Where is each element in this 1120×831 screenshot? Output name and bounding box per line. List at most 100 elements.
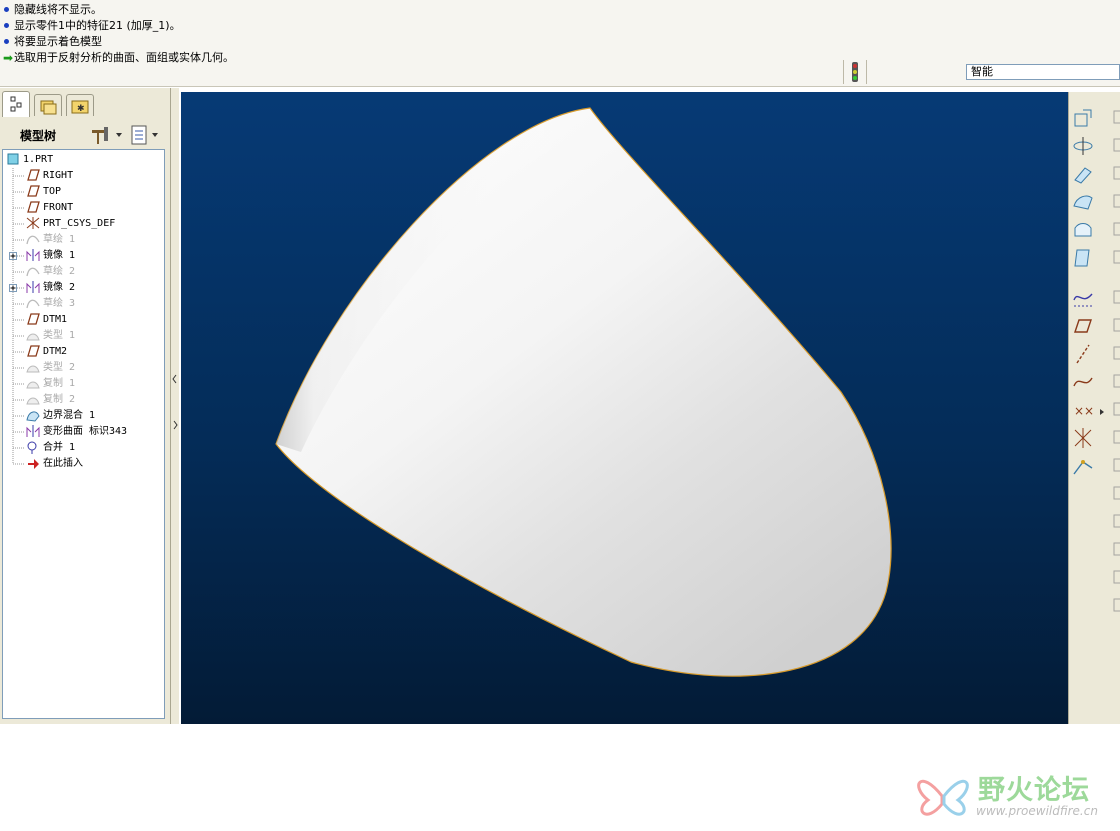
clipped-tool-icon xyxy=(1113,166,1120,180)
toolbar-button[interactable] xyxy=(1071,314,1095,338)
expand-toggle[interactable] xyxy=(9,284,17,292)
tree-item[interactable]: DTM1 xyxy=(25,312,67,328)
tree-item[interactable]: 复制 2 xyxy=(25,392,75,408)
clipped-toolbar-button[interactable] xyxy=(1111,482,1120,504)
tree-item-label: 类型 1 xyxy=(43,330,76,341)
tree-item[interactable]: 变形曲面 标识343 xyxy=(25,424,127,440)
clipped-toolbar-button[interactable] xyxy=(1111,106,1120,128)
tree-item-label: 在此插入 xyxy=(43,458,83,469)
tree-item[interactable]: 草绘 1 xyxy=(25,232,75,248)
sweep-icon xyxy=(1074,167,1092,184)
surface-icon xyxy=(26,397,40,405)
tree-item[interactable]: 边界混合 1 xyxy=(25,408,95,424)
selection-filter-dropdown[interactable]: 智能 xyxy=(966,64,1120,80)
tree-item[interactable]: 草绘 3 xyxy=(25,296,75,312)
tree-item-label: 草绘 3 xyxy=(43,298,76,309)
clipped-toolbar-button[interactable] xyxy=(1111,162,1120,184)
clipped-toolbar-button[interactable] xyxy=(1111,286,1120,308)
graphics-viewport[interactable] xyxy=(181,92,1068,724)
shaded-surface-model[interactable] xyxy=(181,92,1068,724)
message-area: 隐藏线将不显示。 显示零件1中的特征21 (加厚_1)。 将要显示着色模型 ➡选… xyxy=(0,0,1120,87)
tree-item[interactable]: 1.PRT xyxy=(5,152,53,168)
clipped-toolbar-button[interactable] xyxy=(1111,594,1120,616)
tree-item[interactable]: 类型 2 xyxy=(25,360,75,376)
datum-point-icon: ××× xyxy=(1074,404,1104,418)
flyout-arrow[interactable] xyxy=(1099,406,1105,415)
tree-item[interactable]: 在此插入 xyxy=(25,456,83,472)
toolbar-button[interactable] xyxy=(1071,370,1095,394)
tree-item[interactable]: 合并 1 xyxy=(25,440,75,456)
tree-item-label: RIGHT xyxy=(43,170,74,181)
tree-item[interactable]: 镜像 2 xyxy=(25,280,75,296)
tree-item[interactable]: 草绘 2 xyxy=(25,264,75,280)
tree-item[interactable]: FRONT xyxy=(25,200,73,216)
clipped-toolbar-button[interactable] xyxy=(1111,566,1120,588)
tree-item[interactable]: TOP xyxy=(25,184,61,200)
clipped-toolbar-button[interactable] xyxy=(1111,190,1120,212)
folder-browser-icon xyxy=(40,100,57,115)
analysis-icon xyxy=(1073,460,1093,475)
regeneration-status-icon[interactable] xyxy=(850,62,860,82)
tab-folder-browser[interactable] xyxy=(34,94,62,116)
datum-plane-icon xyxy=(27,185,40,197)
info-bullet-icon xyxy=(4,39,9,44)
tree-item[interactable]: 镜像 1 xyxy=(25,248,75,264)
info-bullet-icon xyxy=(4,7,9,12)
tree-item[interactable]: 复制 1 xyxy=(25,376,75,392)
separator xyxy=(843,60,844,84)
toolbar-button[interactable] xyxy=(1071,134,1095,158)
datum-plane-tool-icon xyxy=(1074,109,1092,127)
clipped-tool-icon xyxy=(1113,486,1120,500)
toolbar-button[interactable] xyxy=(1071,190,1095,214)
clipped-tool-icon xyxy=(1113,598,1120,612)
clipped-toolbar-button[interactable] xyxy=(1111,246,1120,268)
tree-item-label: DTM1 xyxy=(43,314,68,325)
clipped-toolbar-button[interactable] xyxy=(1111,538,1120,560)
expand-toggle[interactable] xyxy=(9,252,17,260)
clipped-toolbar-button[interactable] xyxy=(1111,510,1120,532)
model-tree-header: 模型树 xyxy=(0,120,170,148)
prompt-arrow-icon: ➡ xyxy=(2,51,14,65)
revolve-icon xyxy=(1073,137,1093,155)
tree-item[interactable]: PRT_CSYS_DEF xyxy=(25,216,115,232)
collapse-arrows-icon[interactable] xyxy=(171,373,179,433)
clipped-tool-icon xyxy=(1113,110,1120,124)
clipped-toolbar-button[interactable] xyxy=(1111,134,1120,156)
toolbar-button[interactable] xyxy=(1071,286,1095,310)
clipped-toolbar-button[interactable] xyxy=(1111,398,1120,420)
clipped-toolbar-button[interactable] xyxy=(1111,454,1120,476)
svg-text:×××: ××× xyxy=(1074,404,1095,418)
sketch-icon xyxy=(26,267,40,277)
tab-favorites[interactable]: ✱ xyxy=(66,94,94,116)
clipped-toolbar-button[interactable] xyxy=(1111,314,1120,336)
clipped-tool-icon xyxy=(1113,402,1120,416)
panel-splitter[interactable] xyxy=(171,88,179,724)
tree-item[interactable]: RIGHT xyxy=(25,168,73,184)
boundary-blend-tool-icon xyxy=(1073,195,1093,210)
toolbar-button[interactable] xyxy=(1071,106,1095,130)
fill-icon xyxy=(1074,223,1092,237)
toolbar-button[interactable] xyxy=(1071,246,1095,270)
datum-plane-icon xyxy=(27,313,40,325)
toolbar-button[interactable] xyxy=(1071,162,1095,186)
show-options-icon[interactable] xyxy=(130,124,164,146)
clipped-toolbar-button[interactable] xyxy=(1111,426,1120,448)
toolbar-button[interactable] xyxy=(1071,218,1095,242)
clipped-toolbar-button[interactable] xyxy=(1111,342,1120,364)
toolbar-button[interactable]: ××× xyxy=(1071,398,1104,422)
tab-model-tree[interactable] xyxy=(2,91,30,117)
model-tree: 1.PRT RIGHT TOP FRONT PRT_CSYS_DEF 草绘 1 镜像 1 草绘… xyxy=(2,149,165,719)
datum-plane-icon xyxy=(27,201,40,213)
toolbar-button[interactable] xyxy=(1071,342,1095,366)
tree-item-label: 1.PRT xyxy=(23,154,54,165)
toolbar-button[interactable] xyxy=(1071,426,1095,450)
sketch-icon xyxy=(26,299,40,309)
clipped-toolbar-button[interactable] xyxy=(1111,218,1120,240)
prompt-line: ➡选取用于反射分析的曲面、面组或实体几何。 xyxy=(2,51,234,65)
tree-settings-icon[interactable] xyxy=(90,124,124,146)
tree-item[interactable]: DTM2 xyxy=(25,344,67,360)
favorites-icon: ✱ xyxy=(71,100,89,114)
clipped-toolbar-button[interactable] xyxy=(1111,370,1120,392)
tree-item[interactable]: 类型 1 xyxy=(25,328,75,344)
toolbar-button[interactable] xyxy=(1071,454,1095,478)
